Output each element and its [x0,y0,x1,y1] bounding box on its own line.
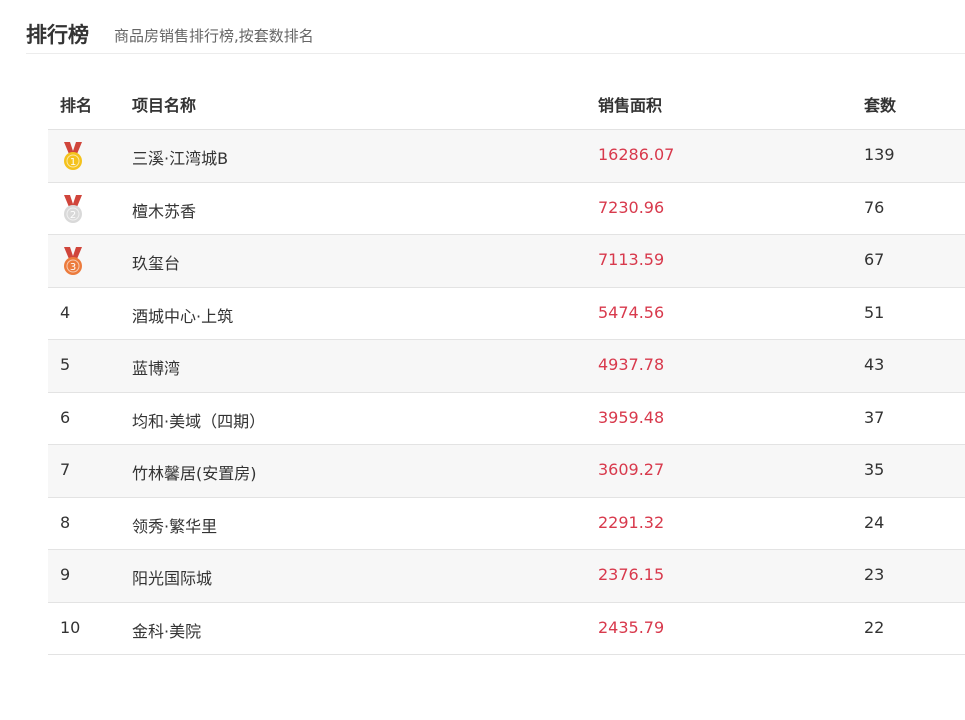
gold-medal-icon: 1 [60,142,86,172]
table-row[interactable]: 1 三溪·江湾城B 16286.07 139 [48,130,965,183]
sales-area: 3609.27 [598,460,665,479]
sales-area: 4937.78 [598,355,665,374]
sales-area: 3959.48 [598,407,665,427]
unit-count: 37 [864,407,885,427]
project-name: 酒城中心·上筑 [132,306,234,326]
svg-text:2: 2 [70,210,76,221]
project-name: 三溪·江湾城B [132,149,229,168]
rank-number: 7 [60,460,71,479]
column-header-count: 套数 [864,96,897,115]
column-header-area: 销售面积 [598,96,663,115]
svg-text:1: 1 [70,157,76,168]
ranking-table: 排名 项目名称 销售面积 套数 1 三溪·江湾城B 16286.07 139 2 檀木苏香… [48,76,965,655]
unit-count: 43 [864,355,885,374]
project-name: 领秀·繁华里 [132,516,218,536]
table-row[interactable]: 5 蓝博湾 4937.78 43 [48,340,965,393]
ranking-page: 排行榜 商品房销售排行榜,按套数排名 排名 项目名称 销售面积 套数 1 三溪·江… [0,0,965,720]
project-name: 均和·美域（四期） [132,411,266,431]
project-name: 玖玺台 [132,254,181,273]
column-header-rank: 排名 [60,96,93,115]
page-title: 排行榜 [26,23,89,47]
svg-text:3: 3 [70,262,76,273]
project-name: 金科·美院 [132,621,202,641]
table-row[interactable]: 10 金科·美院 2435.79 22 [48,603,965,655]
project-name: 檀木苏香 [132,201,197,221]
table-row[interactable]: 8 领秀·繁华里 2291.32 24 [48,498,965,550]
sales-area: 5474.56 [598,302,665,322]
rank-number: 9 [60,565,71,584]
silver-medal-icon: 2 [60,194,86,225]
sales-area: 2291.32 [598,512,665,532]
unit-count: 35 [864,460,885,479]
unit-count: 22 [864,617,885,637]
table-row[interactable]: 7 竹林馨居(安置房) 3609.27 35 [48,445,965,498]
table-row[interactable]: 9 阳光国际城 2376.15 23 [48,550,965,603]
unit-count: 23 [864,565,885,584]
table-row[interactable]: 4 酒城中心·上筑 5474.56 51 [48,288,965,340]
sales-area: 2376.15 [598,565,665,584]
sales-area: 7113.59 [598,250,665,269]
unit-count: 51 [864,302,885,322]
bronze-medal-icon: 3 [60,247,86,277]
rank-number: 10 [60,617,81,637]
rank-number: 5 [60,355,71,374]
project-name: 蓝博湾 [132,359,181,378]
unit-count: 67 [864,250,885,269]
rank-number: 6 [60,407,71,427]
sales-area: 16286.07 [598,145,675,164]
table-row[interactable]: 2 檀木苏香 7230.96 76 [48,183,965,235]
sales-area: 2435.79 [598,617,665,637]
rank-number: 4 [60,302,71,322]
rank-number: 8 [60,512,71,532]
unit-count: 139 [864,145,895,164]
sales-area: 7230.96 [598,197,665,217]
table-body: 1 三溪·江湾城B 16286.07 139 2 檀木苏香 7230.96 76 3 玖玺台 711… [48,130,965,655]
table-header: 排名 项目名称 销售面积 套数 [48,76,965,130]
project-name: 阳光国际城 [132,569,213,588]
header: 排行榜 商品房销售排行榜,按套数排名 [26,14,965,54]
page-subtitle: 商品房销售排行榜,按套数排名 [114,27,314,45]
table-row[interactable]: 6 均和·美域（四期） 3959.48 37 [48,393,965,445]
unit-count: 24 [864,512,885,532]
column-header-name: 项目名称 [132,96,197,115]
unit-count: 76 [864,197,885,217]
table-row[interactable]: 3 玖玺台 7113.59 67 [48,235,965,288]
project-name: 竹林馨居(安置房) [132,464,257,483]
